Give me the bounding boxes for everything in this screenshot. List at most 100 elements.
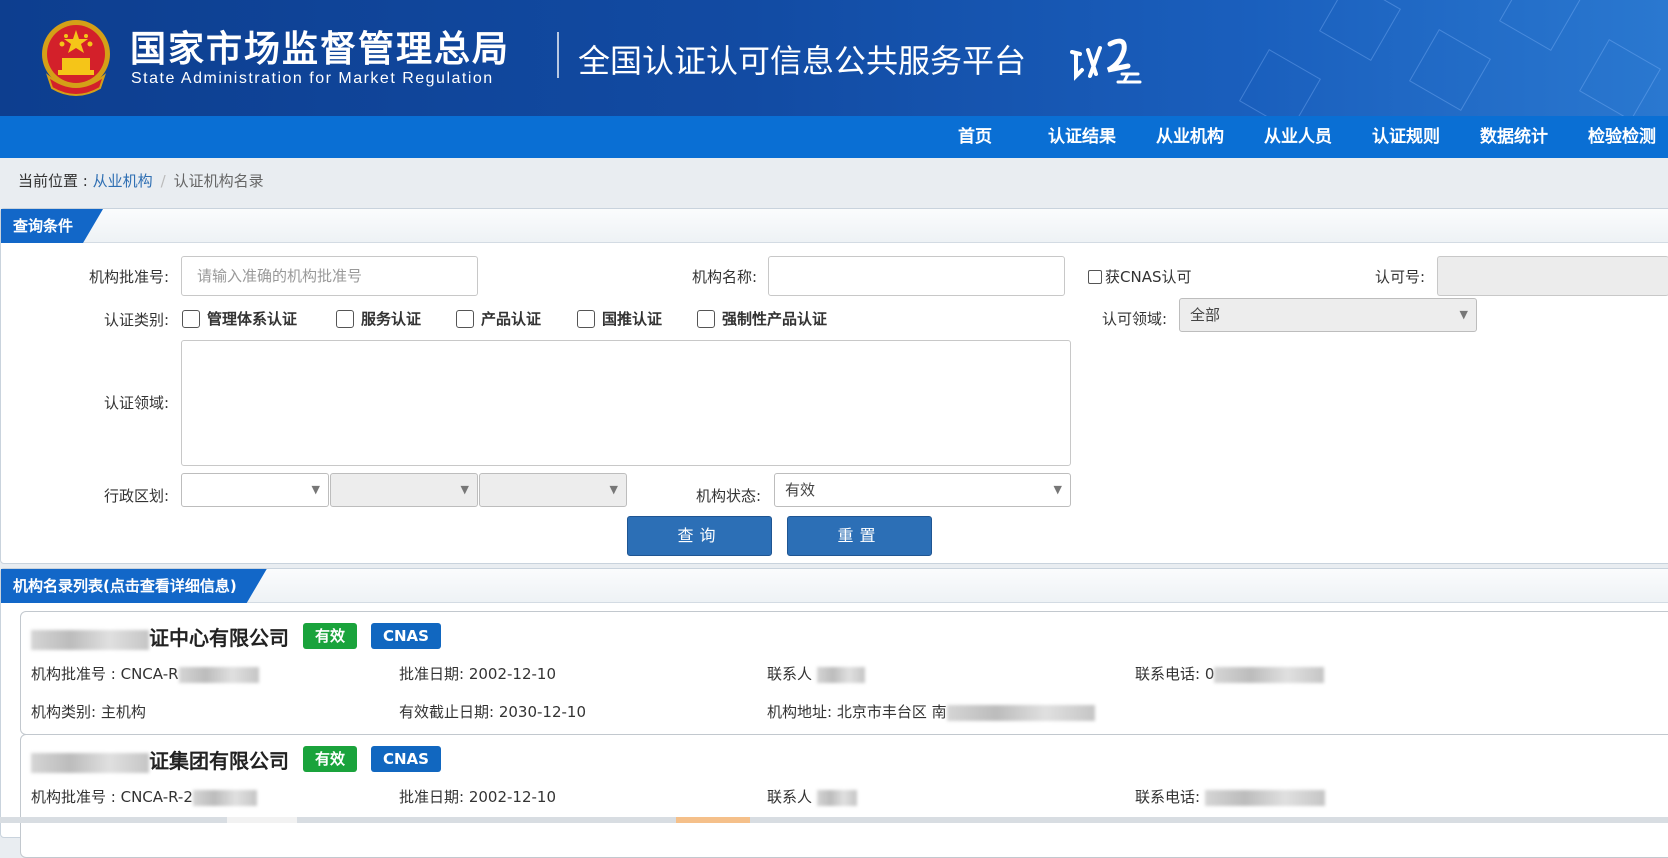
accr-no-label: 认可号: (1374, 268, 1425, 286)
approval-no: 机构批准号 : CNCA-R-2 (31, 786, 257, 807)
horizontal-scrollbar[interactable] (0, 817, 1668, 823)
cnas-checkbox-box[interactable] (1088, 269, 1102, 284)
nav-item-cert-rules[interactable]: 认证规则 (1372, 116, 1440, 158)
platform-title: 全国认证认可信息公共服务平台 (578, 42, 1027, 80)
contact-label: 联系人 (767, 665, 813, 683)
org-name-input[interactable] (768, 256, 1065, 296)
nav-item-statistics[interactable]: 数据统计 (1480, 116, 1548, 158)
address-value: 北京市丰台区 南 (836, 703, 947, 721)
address-label: 机构地址: (767, 703, 837, 721)
status-select[interactable]: 有效 ▼ (774, 473, 1071, 507)
org-type: 机构类别: 主机构 (31, 701, 146, 722)
breadcrumb: 当前位置 : 从业机构 / 认证机构名录 (18, 170, 264, 191)
approval-date-label: 批准日期: (399, 665, 469, 683)
org-name-label: 机构名称: (691, 268, 757, 286)
cert-type-compulsory[interactable]: 强制性产品认证 (697, 308, 827, 329)
status-label: 机构状态: (695, 487, 761, 505)
status-badge: 有效 (303, 623, 358, 649)
org-name[interactable]: 证集团有限公司 (31, 745, 289, 774)
approval-no-value: CNCA-R-2 (120, 788, 193, 806)
org-name-text: 证中心有限公司 (149, 626, 289, 650)
breadcrumb-current: 认证机构名录 (173, 172, 264, 190)
breadcrumb-separator: / (160, 172, 166, 190)
cert-type-national-label: 国推认证 (602, 310, 663, 328)
region-province-select[interactable]: ▼ (181, 473, 329, 507)
cert-type-service[interactable]: 服务认证 (336, 308, 421, 329)
accr-field-label: 认可领域: (1101, 310, 1167, 328)
cert-type-product[interactable]: 产品认证 (456, 308, 541, 329)
redacted-text (31, 752, 149, 773)
nav-item-institutions[interactable]: 从业机构 (1156, 116, 1224, 158)
search-button[interactable]: 查询 (627, 516, 772, 556)
scrollbar-thumb[interactable] (676, 817, 750, 823)
status-value: 有效 (785, 481, 816, 499)
nav-item-testing[interactable]: 检验检测 (1588, 116, 1656, 158)
cert-type-national[interactable]: 国推认证 (577, 308, 662, 329)
contact-label: 联系人 (767, 788, 813, 806)
approval-date: 批准日期: 2002-12-10 (399, 786, 556, 807)
phone-value: 0 (1204, 665, 1215, 683)
cert-type-service-label: 服务认证 (361, 310, 422, 328)
reset-button[interactable]: 重置 (787, 516, 932, 556)
breadcrumb-prefix: 当前位置 : (18, 172, 93, 190)
chevron-down-icon: ▼ (609, 483, 618, 496)
cert-type-label: 认证类别: (103, 311, 169, 329)
region-district-select[interactable]: ▼ (479, 473, 627, 507)
platform-logo-icon (1070, 38, 1142, 84)
phone-label: 联系电话: (1135, 788, 1205, 806)
nav-item-cert-results[interactable]: 认证结果 (1048, 116, 1116, 158)
redacted-text (946, 704, 1095, 721)
cert-field-textarea[interactable] (181, 340, 1071, 466)
accr-field-select[interactable]: 全部 ▼ (1179, 298, 1477, 332)
cert-type-management[interactable]: 管理体系认证 (182, 308, 297, 329)
expiry-date-label: 有效截止日期: (399, 703, 499, 721)
contact: 联系人 (767, 663, 865, 684)
region-city-select[interactable]: ▼ (330, 473, 478, 507)
national-emblem-icon (42, 20, 110, 96)
accr-no-input[interactable] (1437, 256, 1668, 296)
redacted-text (1204, 789, 1325, 806)
chevron-down-icon: ▼ (311, 483, 320, 496)
chevron-down-icon: ▼ (1459, 308, 1468, 321)
contact: 联系人 (767, 786, 857, 807)
region-label: 行政区划: (103, 487, 169, 505)
main-nav: 首页 认证结果 从业机构 从业人员 认证规则 数据统计 检验检测 (0, 116, 1668, 158)
list-item[interactable]: 证中心有限公司 有效 CNAS 机构批准号 : CNCA-R 批准日期: 200… (20, 611, 1668, 735)
breadcrumb-link-institutions[interactable]: 从业机构 (93, 172, 153, 190)
redacted-text (816, 789, 857, 806)
approval-no-value: CNCA-R (120, 665, 179, 683)
cnas-badge: CNAS (371, 623, 441, 649)
cert-type-management-label: 管理体系认证 (207, 310, 298, 328)
query-panel-title: 查询条件 (1, 209, 103, 243)
approval-no-input[interactable]: 请输入准确的机构批准号 (181, 256, 478, 296)
accr-field-value: 全部 (1190, 306, 1221, 324)
redacted-text (816, 666, 865, 683)
org-name-en: State Administration for Market Regulati… (131, 70, 494, 87)
list-panel-title: 机构名录列表(点击查看详细信息) (1, 569, 267, 603)
cert-field-label: 认证领域: (103, 394, 169, 412)
org-name-cn: 国家市场监督管理总局 (130, 29, 511, 70)
phone: 联系电话: 0 (1135, 663, 1325, 684)
approval-no-label: 机构批准号 : (31, 788, 121, 806)
cnas-checkbox[interactable]: 获CNAS认可 (1088, 266, 1191, 287)
approval-date-value: 2002-12-10 (468, 788, 557, 806)
phone-label: 联系电话: (1135, 665, 1205, 683)
nav-item-personnel[interactable]: 从业人员 (1264, 116, 1332, 158)
site-banner: 国家市场监督管理总局 State Administration for Mark… (0, 0, 1668, 116)
org-name[interactable]: 证中心有限公司 (31, 622, 289, 651)
cnas-badge: CNAS (371, 746, 441, 772)
list-item[interactable]: 证集团有限公司 有效 CNAS 机构批准号 : CNCA-R-2 批准日期: 2… (20, 734, 1668, 858)
list-panel: 机构名录列表(点击查看详细信息) 证中心有限公司 有效 CNAS 机构批准号 :… (0, 568, 1668, 858)
expiry-date-value: 2030-12-10 (498, 703, 587, 721)
list-panel-header: 机构名录列表(点击查看详细信息) (1, 569, 1668, 603)
approval-no: 机构批准号 : CNCA-R (31, 663, 259, 684)
approval-date-value: 2002-12-10 (468, 665, 557, 683)
org-name-text: 证集团有限公司 (149, 749, 289, 773)
cert-type-product-label: 产品认证 (481, 310, 542, 328)
org-type-label: 机构类别: (31, 703, 101, 721)
nav-item-home[interactable]: 首页 (958, 116, 992, 158)
redacted-text (192, 789, 257, 806)
query-panel: 查询条件 机构批准号: 请输入准确的机构批准号 机构名称: 获CNAS认可 认可… (0, 208, 1668, 564)
expiry-date: 有效截止日期: 2030-12-10 (399, 701, 586, 722)
cnas-checkbox-label: 获CNAS认可 (1105, 268, 1192, 286)
